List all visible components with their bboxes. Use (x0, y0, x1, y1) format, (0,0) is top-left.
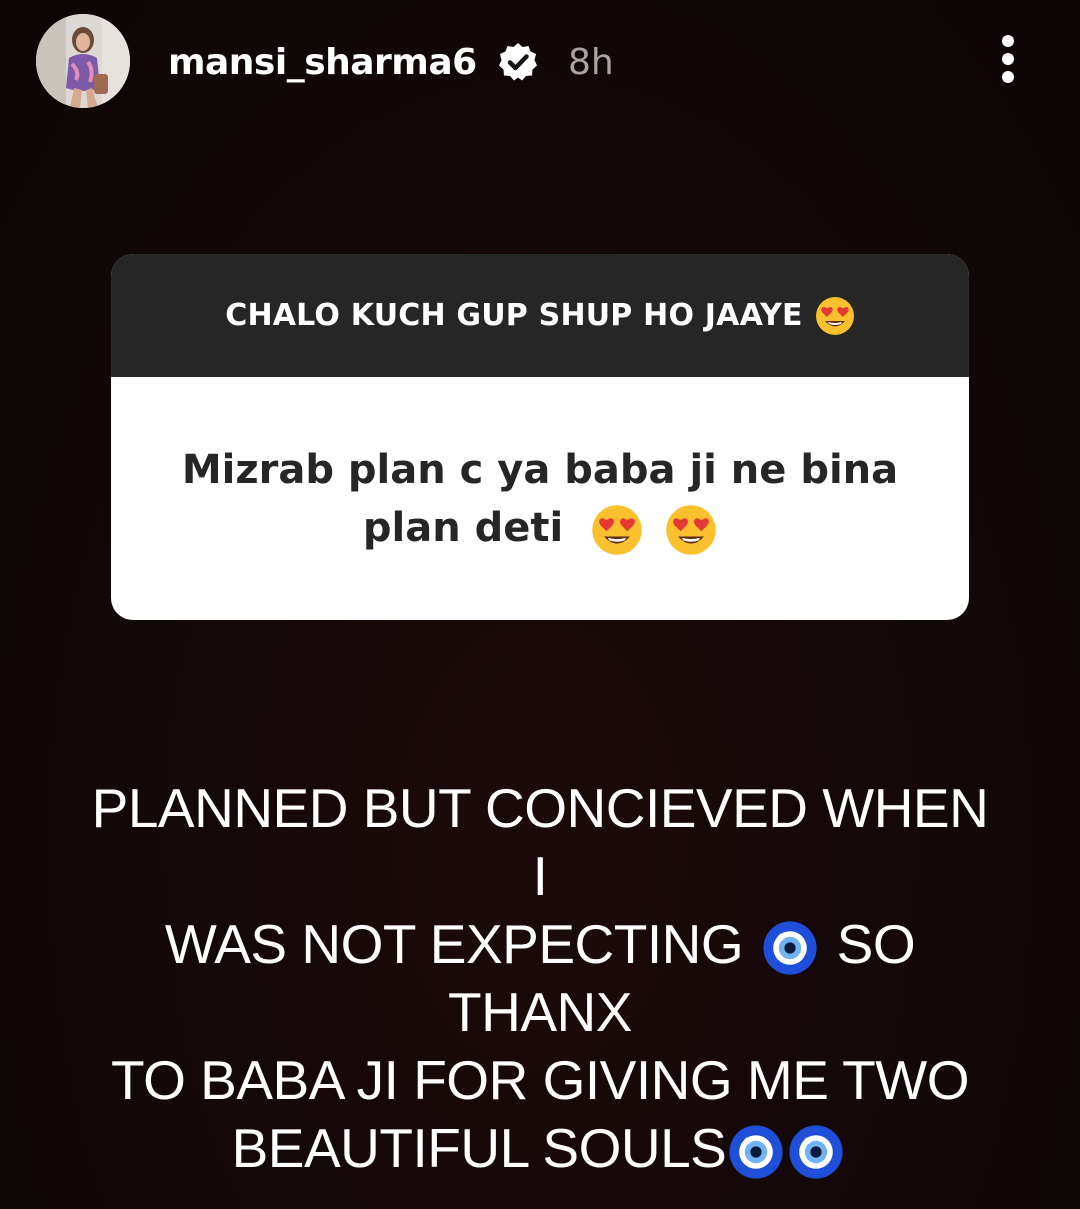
question-sticker-header: CHALO KUCH GUP SHUP HO JAAYE (111, 254, 969, 377)
answer-line-2a: WAS NOT EXPECTING (164, 913, 744, 975)
heart-eyes-emoji-icon (592, 504, 642, 555)
answer-line-4: BEAUTIFUL SOULS (231, 1117, 727, 1179)
more-vertical-icon[interactable] (990, 34, 1026, 88)
answer-text: PLANNED BUT CONCIEVED WHEN I WAS NOT EXP… (80, 774, 1000, 1182)
question-text: Mizrab plan c ya baba ji ne bina plan de… (182, 441, 898, 557)
question-prompt: CHALO KUCH GUP SHUP HO JAAYE (225, 298, 803, 333)
heart-eyes-emoji-icon (666, 504, 716, 555)
nazar-amulet-icon (789, 1125, 843, 1180)
nazar-amulet-icon (729, 1125, 783, 1180)
avatar[interactable] (36, 14, 130, 108)
profile-photo (36, 14, 130, 108)
username[interactable]: mansi_sharma6 (168, 38, 477, 88)
question-line-1: Mizrab plan c ya baba ji ne bina (181, 446, 899, 493)
question-sticker: CHALO KUCH GUP SHUP HO JAAYE Mizrab plan… (111, 254, 969, 620)
story-header: mansi_sharma6 8h (0, 0, 1080, 130)
post-time: 8h (568, 42, 614, 83)
nazar-amulet-icon (763, 921, 817, 976)
answer-line-3: TO BABA JI FOR GIVING ME TWO (111, 1049, 969, 1111)
question-sticker-body: Mizrab plan c ya baba ji ne bina plan de… (111, 377, 969, 620)
verified-badge-icon (499, 43, 537, 81)
question-line-2: plan deti (362, 504, 564, 551)
answer-line-1: PLANNED BUT CONCIEVED WHEN I (91, 777, 989, 907)
heart-eyes-emoji-icon (815, 296, 854, 335)
